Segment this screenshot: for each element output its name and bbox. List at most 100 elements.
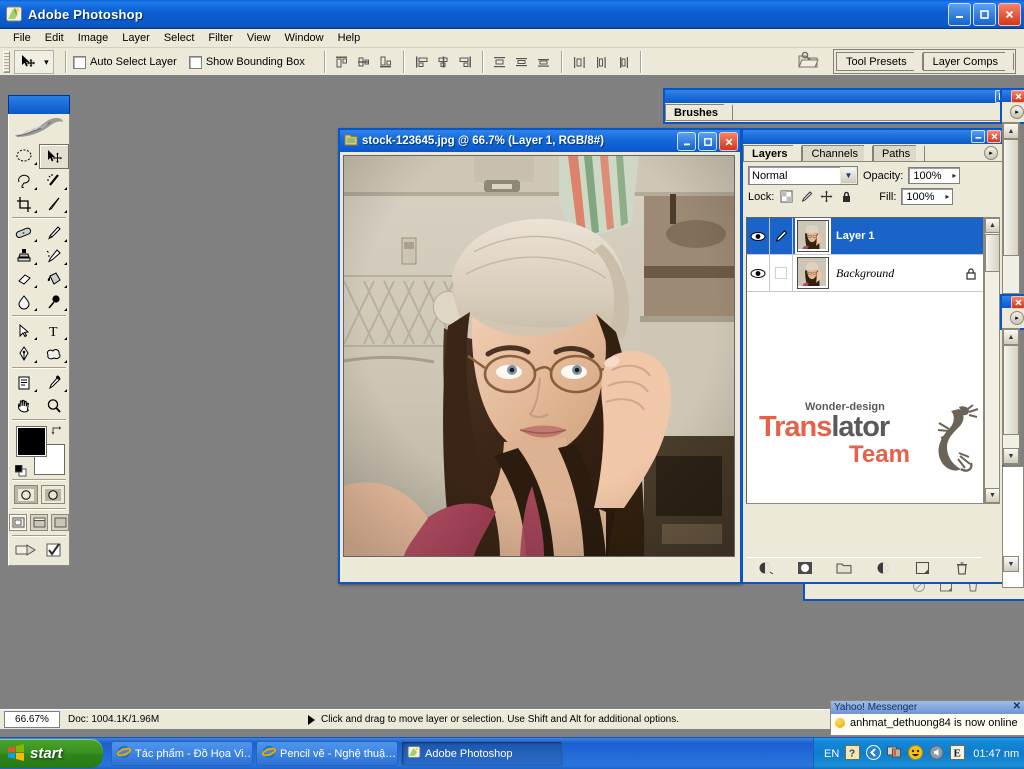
layer-name[interactable]: Background bbox=[836, 266, 894, 281]
eraser-tool[interactable] bbox=[9, 267, 39, 290]
new-group-icon[interactable] bbox=[834, 560, 854, 576]
scrollbar-thumb[interactable] bbox=[985, 234, 1000, 272]
strip-menu-arrow-1[interactable]: ▸ bbox=[1010, 105, 1024, 119]
layer-style-icon[interactable] bbox=[756, 560, 776, 576]
swap-colors-icon[interactable] bbox=[51, 425, 63, 440]
crop-tool[interactable] bbox=[9, 192, 39, 215]
distribute-vertical-centers-icon[interactable] bbox=[512, 53, 531, 71]
tab-tool-presets[interactable]: Tool Presets bbox=[836, 52, 914, 71]
opacity-slider-arrow-icon[interactable]: ▸ bbox=[952, 171, 956, 180]
app-maximize-button[interactable] bbox=[973, 3, 996, 26]
foreground-color-swatch[interactable] bbox=[17, 427, 46, 456]
menu-view[interactable]: View bbox=[240, 31, 278, 45]
options-bar-grip[interactable] bbox=[3, 51, 10, 73]
auto-select-layer-box[interactable] bbox=[73, 55, 86, 69]
clock[interactable]: 01:47 nm bbox=[973, 748, 1019, 760]
menu-image[interactable]: Image bbox=[71, 31, 116, 45]
align-bottom-edges-icon[interactable] bbox=[376, 53, 395, 71]
layers-close-button[interactable] bbox=[987, 130, 1001, 143]
ime-icon[interactable]: E bbox=[950, 744, 966, 763]
help-icon[interactable]: ? bbox=[845, 744, 861, 763]
menu-select[interactable]: Select bbox=[157, 31, 202, 45]
document-maximize-button[interactable] bbox=[698, 132, 717, 151]
blur-tool[interactable] bbox=[9, 290, 39, 313]
notes-tool[interactable] bbox=[9, 371, 39, 394]
volume-icon[interactable] bbox=[929, 744, 944, 763]
tab-brushes[interactable]: Brushes bbox=[665, 104, 725, 120]
strip-menu-arrow-2[interactable]: ▸ bbox=[1010, 311, 1024, 325]
tab-channels[interactable]: Channels bbox=[802, 145, 864, 161]
tool-preset-caret[interactable]: ▾ bbox=[44, 57, 49, 68]
yahoo-messenger-icon[interactable] bbox=[908, 744, 924, 763]
current-tool-well[interactable]: ▾ bbox=[14, 50, 54, 74]
lasso-tool[interactable] bbox=[9, 169, 39, 192]
document-minimize-button[interactable] bbox=[677, 132, 696, 151]
quick-mask-mode[interactable] bbox=[40, 485, 65, 504]
lock-transparent-pixels-icon[interactable] bbox=[779, 189, 794, 204]
clone-stamp-tool[interactable] bbox=[9, 244, 39, 267]
distribute-left-edges-icon[interactable] bbox=[570, 53, 589, 71]
app-close-button[interactable] bbox=[998, 3, 1021, 26]
type-tool[interactable]: T bbox=[39, 319, 69, 342]
toolbox-title-bar[interactable] bbox=[8, 95, 70, 114]
menu-window[interactable]: Window bbox=[278, 31, 331, 45]
magic-wand-tool[interactable] bbox=[39, 169, 69, 192]
strip-scroll-down-arrow-icon[interactable]: ▼ bbox=[1003, 556, 1019, 572]
tab-paths[interactable]: Paths bbox=[872, 145, 917, 161]
jump-to-imageready-icon[interactable] bbox=[15, 542, 37, 561]
layer-mask-icon[interactable] bbox=[795, 560, 815, 576]
menu-filter[interactable]: Filter bbox=[201, 31, 239, 45]
align-right-edges-icon[interactable] bbox=[456, 53, 475, 71]
fill-field[interactable]: 100% ▸ bbox=[901, 188, 954, 205]
layers-minimize-button[interactable] bbox=[971, 130, 985, 143]
healing-brush-tool[interactable] bbox=[9, 221, 39, 244]
table-row[interactable]: Background bbox=[747, 255, 983, 292]
toast-close-icon[interactable]: ✕ bbox=[1013, 701, 1021, 712]
brush-tool[interactable] bbox=[39, 221, 69, 244]
auto-select-layer-checkbox[interactable]: Auto Select Layer bbox=[73, 55, 177, 69]
delete-layer-icon[interactable] bbox=[952, 560, 972, 576]
show-bounding-box-checkbox[interactable]: Show Bounding Box bbox=[188, 55, 305, 69]
eyedropper-tool[interactable] bbox=[39, 371, 69, 394]
layer-link-slot[interactable] bbox=[770, 255, 793, 291]
language-indicator[interactable]: EN bbox=[824, 748, 839, 760]
standard-screen-mode[interactable] bbox=[9, 514, 27, 531]
scrollbar-thumb[interactable] bbox=[1003, 345, 1019, 435]
scroll-down-arrow-icon[interactable]: ▼ bbox=[985, 488, 1000, 503]
slice-tool[interactable] bbox=[39, 192, 69, 215]
distribute-top-edges-icon[interactable] bbox=[490, 53, 509, 71]
history-brush-tool[interactable] bbox=[39, 244, 69, 267]
scroll-up-arrow-icon[interactable]: ▲ bbox=[985, 218, 1000, 233]
document-size-info[interactable]: Doc: 1004.1K/1.96M bbox=[68, 714, 248, 725]
lock-position-icon[interactable] bbox=[819, 189, 834, 204]
opacity-field[interactable]: 100% ▸ bbox=[908, 167, 961, 184]
default-colors-icon[interactable] bbox=[14, 464, 27, 477]
document-title-bar[interactable]: stock-123645.jpg @ 66.7% (Layer 1, RGB/8… bbox=[340, 130, 740, 152]
hand-tool[interactable] bbox=[9, 394, 39, 417]
strip-close-button-1[interactable] bbox=[1011, 90, 1024, 103]
distribute-horizontal-centers-icon[interactable] bbox=[592, 53, 611, 71]
chevron-down-icon[interactable]: ▼ bbox=[840, 167, 857, 184]
layer-visibility-toggle[interactable] bbox=[747, 218, 770, 254]
fill-slider-arrow-icon[interactable]: ▸ bbox=[945, 192, 949, 201]
taskbar-item-1[interactable]: Tác phẩm - Đồ Họa Vi… bbox=[111, 741, 253, 766]
layer-brush-indicator[interactable] bbox=[770, 218, 793, 254]
marquee-tool[interactable] bbox=[9, 144, 39, 167]
app-minimize-button[interactable] bbox=[948, 3, 971, 26]
start-button[interactable]: start bbox=[0, 739, 103, 768]
lock-image-pixels-icon[interactable] bbox=[799, 189, 814, 204]
path-selection-tool[interactable] bbox=[9, 319, 39, 342]
menu-layer[interactable]: Layer bbox=[115, 31, 157, 45]
align-top-edges-icon[interactable] bbox=[332, 53, 351, 71]
new-adjustment-layer-icon[interactable] bbox=[874, 560, 894, 576]
layer-visibility-toggle[interactable] bbox=[747, 255, 770, 291]
brushes-palette-title-bar[interactable] bbox=[665, 90, 1024, 103]
new-layer-icon[interactable] bbox=[913, 560, 933, 576]
image-canvas[interactable] bbox=[343, 155, 735, 557]
layer-list[interactable]: Layer 1 Background Wonder-design Transla… bbox=[746, 217, 984, 504]
standard-mask-mode[interactable] bbox=[13, 485, 38, 504]
full-screen-mode[interactable] bbox=[51, 514, 69, 531]
show-hidden-icons-icon[interactable] bbox=[866, 744, 882, 763]
distribute-bottom-edges-icon[interactable] bbox=[534, 53, 553, 71]
layers-palette-title-bar[interactable] bbox=[743, 130, 1002, 144]
